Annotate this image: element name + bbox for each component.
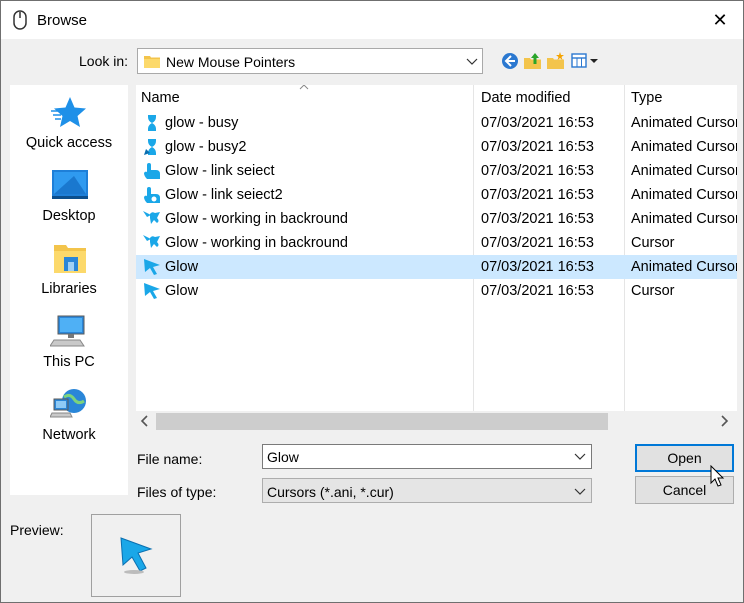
file-type-value: Cursors (*.ani, *.cur)	[267, 484, 394, 500]
scrollbar-thumb[interactable]	[156, 413, 608, 430]
working-cursor-icon	[143, 211, 160, 224]
file-type-dropdown[interactable]: Cursors (*.ani, *.cur)	[262, 478, 592, 503]
hourglass-cursor-icon	[144, 139, 156, 155]
folder-icon	[144, 56, 160, 68]
back-icon[interactable]	[500, 51, 520, 71]
scroll-left-icon[interactable]	[140, 414, 150, 428]
file-name-input[interactable]: Glow	[262, 444, 592, 469]
look-in-label: Look in:	[79, 53, 129, 69]
quick-access-star-icon	[51, 97, 86, 127]
dialog-title: Browse	[37, 12, 88, 29]
title-bar: Browse ✕	[1, 1, 743, 39]
horizontal-scrollbar[interactable]	[136, 411, 737, 433]
file-row[interactable]: Glow - link seiect2 07/03/2021 16:53 Ani…	[136, 183, 737, 207]
column-header-date[interactable]: Date modified	[474, 85, 624, 110]
file-name-label: File name:	[137, 451, 203, 467]
place-desktop[interactable]: Desktop	[10, 168, 128, 238]
file-row[interactable]: glow - busy2 07/03/2021 16:53 Animated C…	[136, 135, 737, 159]
preview-label: Preview:	[10, 522, 64, 538]
file-list[interactable]: Name Date modified Type glow - busy 07/0…	[136, 85, 737, 433]
browse-dialog: Browse ✕ Look in: New Mouse Pointers Qui…	[0, 0, 744, 603]
file-row[interactable]: Glow - working in backround 07/03/2021 1…	[136, 207, 737, 231]
column-header-name[interactable]: Name	[136, 85, 473, 110]
place-label: This PC	[43, 354, 95, 370]
close-icon: ✕	[712, 9, 728, 30]
chevron-down-icon	[574, 488, 586, 495]
column-header-type[interactable]: Type	[625, 85, 737, 110]
close-button[interactable]: ✕	[697, 1, 743, 39]
file-type-label: Files of type:	[137, 484, 217, 500]
libraries-icon	[54, 245, 86, 273]
scroll-right-icon[interactable]	[719, 414, 729, 428]
file-row[interactable]: Glow - working in backround 07/03/2021 1…	[136, 231, 737, 255]
file-name-value: Glow	[267, 449, 299, 465]
arrow-cursor-icon	[144, 259, 160, 275]
file-row[interactable]: Glow 07/03/2021 16:53 Cursor	[136, 279, 737, 303]
hand-cursor-icon	[144, 163, 160, 179]
desktop-icon	[52, 170, 88, 199]
places-bar: Quick access Desktop Libraries This PC N…	[10, 85, 128, 495]
place-label: Libraries	[41, 281, 97, 297]
up-folder-icon[interactable]	[523, 51, 543, 71]
chevron-down-icon[interactable]	[574, 450, 586, 462]
arrow-cursor-icon	[120, 537, 153, 574]
hourglass-cursor-icon	[148, 115, 156, 131]
mouse-icon	[13, 10, 27, 30]
file-row-selected[interactable]: Glow 07/03/2021 16:53 Animated Cursor	[136, 255, 737, 279]
mouse-pointer-icon	[710, 465, 725, 487]
place-label: Desktop	[42, 208, 96, 224]
place-libraries[interactable]: Libraries	[10, 241, 128, 311]
look-in-value: New Mouse Pointers	[166, 54, 296, 70]
place-this-pc[interactable]: This PC	[10, 314, 128, 384]
preview-pane	[91, 514, 181, 597]
file-row[interactable]: glow - busy 07/03/2021 16:53 Animated Cu…	[136, 111, 737, 135]
hand-cursor-icon	[144, 187, 160, 203]
this-pc-icon	[50, 315, 85, 347]
view-menu-icon[interactable]	[570, 51, 600, 71]
place-label: Quick access	[25, 135, 113, 151]
working-cursor-icon	[143, 235, 160, 248]
new-folder-icon[interactable]	[546, 51, 566, 71]
network-icon	[50, 389, 86, 418]
arrow-cursor-icon	[144, 283, 160, 299]
file-row[interactable]: Glow - link seiect 07/03/2021 16:53 Anim…	[136, 159, 737, 183]
place-label: Network	[42, 427, 96, 443]
place-network[interactable]: Network	[10, 387, 128, 457]
chevron-down-icon	[466, 58, 478, 65]
place-quick-access[interactable]: Quick access	[10, 95, 128, 165]
look-in-dropdown[interactable]: New Mouse Pointers	[137, 48, 483, 74]
